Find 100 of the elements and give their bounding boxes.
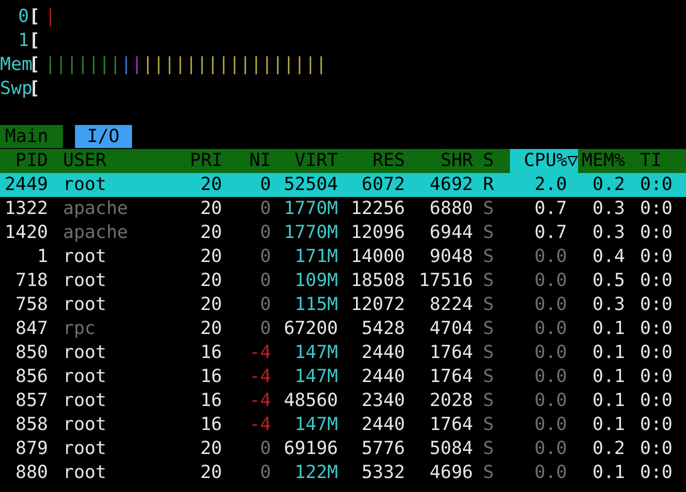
table-cell-text: S	[482, 461, 495, 485]
table-cell-text: 880	[14, 461, 48, 485]
table-cell-text: 122M	[294, 461, 338, 485]
table-cell-text: 147M	[294, 341, 338, 365]
table-cell-text: apache	[62, 221, 130, 245]
table-cell-text: 0.1	[591, 389, 625, 413]
table-cell-text: 1	[36, 245, 48, 269]
table-cell-text: 8224	[428, 293, 473, 317]
table-cell-text: -4	[248, 341, 271, 365]
process-row[interactable]: 879 root 20 0 69196 5776 5084 S 0.0 0.2 0:0	[0, 437, 686, 461]
table-cell-text: 0.0	[533, 365, 568, 389]
table-cell-text: 0	[259, 461, 271, 485]
table-cell-text: 20	[199, 221, 222, 245]
process-row[interactable]: 1 root 20 0 171M 14000 9048 S 0.0 0.4 0:0	[0, 245, 686, 269]
table-cell-text: 0	[259, 221, 271, 245]
process-row[interactable]: 1322 apache 20 0 1770M 12256 6880 S 0.7 0.3 0:0	[0, 197, 686, 221]
table-cell-text: S	[482, 389, 495, 413]
table-cell-text: root	[62, 413, 108, 437]
table-cell-text: 18508	[350, 269, 405, 293]
table-cell-text: apache	[62, 197, 130, 221]
table-cell-text: 0:0	[639, 413, 674, 437]
table-cell-text: 20	[199, 269, 222, 293]
table-cell-text: S	[482, 317, 495, 341]
table-cell-text: 147M	[294, 365, 338, 389]
table-cell-text: root	[62, 293, 108, 317]
table-cell-text: 1322	[4, 197, 48, 221]
table-cell-text: S	[482, 269, 495, 293]
table-cell-text: 850	[14, 341, 48, 365]
table-cell-text: R	[482, 173, 495, 197]
table-cell-text: 0	[259, 317, 271, 341]
table-cell-text: 856	[14, 365, 48, 389]
table-cell-text: 1420	[4, 221, 48, 245]
table-cell-text: 879	[14, 437, 48, 461]
table-cell-text: 20	[199, 173, 222, 197]
table-cell-text: S	[482, 221, 495, 245]
process-row[interactable]: 1420 apache 20 0 1770M 12096 6944 S 0.7 0.3 0:0	[0, 221, 686, 245]
table-cell-text: 0.1	[591, 341, 625, 365]
process-row[interactable]: 857 root 16 -4 48560 2340 2028 S 0.0 0.1 0:0	[0, 389, 686, 413]
table-cell-text: 718	[14, 269, 48, 293]
table-cell-text: 16	[199, 413, 222, 437]
table-cell-text: 12096	[350, 221, 405, 245]
process-row[interactable]: 758 root 20 0 115M 12072 8224 S 0.0 0.3 0:0	[0, 293, 686, 317]
process-row[interactable]: 850 root 16 -4 147M 2440 1764 S 0.0 0.1 0:0	[0, 341, 686, 365]
table-cell-text: 0	[259, 437, 271, 461]
table-cell-text: 0.0	[533, 437, 568, 461]
table-cell-text: 52504	[282, 173, 338, 197]
table-cell-text: 5776	[360, 437, 405, 461]
table-cell-text: 16	[199, 365, 222, 389]
table-cell-text: 0:0	[639, 437, 674, 461]
table-cell-text: -4	[248, 389, 271, 413]
table-cell-text: 5428	[360, 317, 405, 341]
column-header[interactable]: CPU%▽	[510, 149, 578, 173]
table-cell-text: 12072	[350, 293, 405, 317]
table-cell-text: 5084	[428, 437, 473, 461]
table-cell-text: 1770M	[282, 221, 338, 245]
table-cell-text: 0.1	[591, 461, 625, 485]
process-row[interactable]: 847 rpc 20 0 67200 5428 4704 S 0.0 0.1 0:0	[0, 317, 686, 341]
process-row[interactable]: 2449 root 20 0 52504 6072 4692 R 2.0 0.2 0:0	[0, 173, 686, 197]
table-cell-text: 1770M	[282, 197, 338, 221]
process-row[interactable]: 856 root 16 -4 147M 2440 1764 S 0.0 0.1 0:0	[0, 365, 686, 389]
table-cell-text: 0.0	[533, 413, 568, 437]
table-cell-text: S	[482, 197, 495, 221]
table-cell-text: root	[62, 461, 108, 485]
process-row[interactable]: 858 root 16 -4 147M 2440 1764 S 0.0 0.1 0:0	[0, 413, 686, 437]
meter-ticks: |	[132, 53, 142, 77]
table-cell-text: root	[62, 269, 108, 293]
table-cell-text: -4	[248, 365, 271, 389]
tab[interactable]: I/O	[75, 125, 132, 148]
meter-ticks: |	[44, 5, 56, 29]
table-cell-text: 69196	[282, 437, 338, 461]
meter-ticks: |||||||	[44, 53, 121, 77]
meter-label: Swp	[0, 77, 29, 101]
table-cell-text: root	[62, 389, 108, 413]
table-cell-text: 0.0	[533, 389, 568, 413]
table-cell-text: 171M	[294, 245, 338, 269]
table-cell-text: 0.7	[533, 197, 568, 221]
table-cell-text: 2440	[360, 413, 405, 437]
table-cell-text: 48560	[282, 389, 338, 413]
table-cell-text: 0:0	[639, 245, 674, 269]
process-row[interactable]: 880 root 20 0 122M 5332 4696 S 0.0 0.1 0:0	[0, 461, 686, 485]
table-cell-text: 0.4	[591, 245, 625, 269]
table-cell-text: 17516	[418, 269, 473, 293]
table-cell-text: 4692	[428, 173, 473, 197]
table-cell-text: 0:0	[639, 317, 674, 341]
table-cell-text: 20	[199, 245, 222, 269]
table-cell-text: 0	[259, 173, 271, 197]
table-cell-text: 0:0	[639, 293, 674, 317]
table-cell-text: 4696	[428, 461, 473, 485]
table-cell-text: 0.1	[591, 317, 625, 341]
table-cell-text: 0:0	[639, 173, 674, 197]
table-cell-text: 0.0	[533, 245, 568, 269]
table-cell-text: S	[482, 365, 495, 389]
process-row[interactable]: 718 root 20 0 109M 18508 17516 S 0.0 0.5 0:0	[0, 269, 686, 293]
table-cell-text: 0	[259, 269, 271, 293]
table-cell-text: 0.0	[533, 269, 568, 293]
table-cell-text: S	[482, 293, 495, 317]
table-cell-text: 12256	[350, 197, 405, 221]
table-cell-text: 2449	[4, 173, 48, 197]
table-cell-text: root	[62, 245, 108, 269]
table-cell-text: 0.3	[591, 293, 625, 317]
